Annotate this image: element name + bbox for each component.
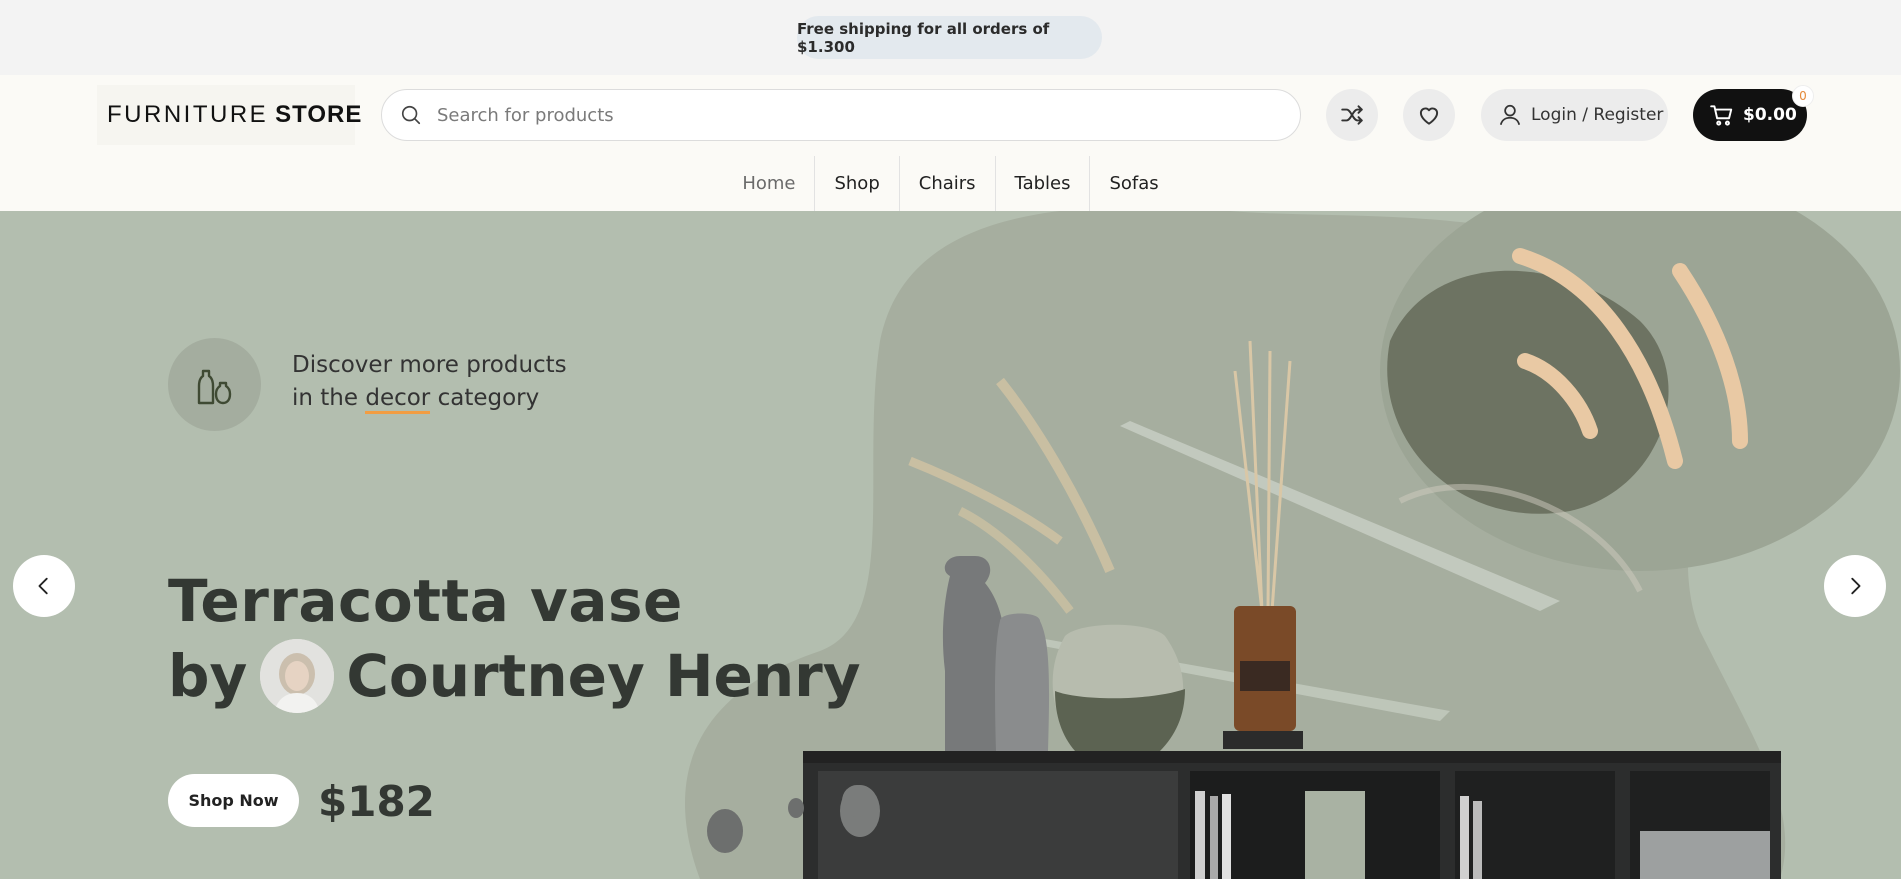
decor-category-link[interactable]: decor: [365, 385, 431, 414]
category-promo-line-1: Discover more products: [292, 352, 567, 378]
designer-name: Courtney Henry: [346, 642, 861, 710]
login-label: Login / Register: [1531, 105, 1664, 125]
slider-next-button[interactable]: [1824, 555, 1886, 617]
main-nav: Home Shop Chairs Tables Sofas: [0, 156, 1901, 211]
product-price: $182: [318, 777, 435, 826]
cart-total: $0.00: [1743, 105, 1797, 125]
search-bar[interactable]: Search for products: [381, 89, 1301, 141]
logo-word-store: STORE: [275, 101, 363, 128]
logo[interactable]: FURNITURE STORE: [97, 85, 361, 145]
hero-by-label: by: [168, 642, 248, 710]
nav-item-chairs[interactable]: Chairs: [900, 156, 996, 211]
cart-count-badge: 0: [1792, 85, 1814, 107]
shop-now-button[interactable]: Shop Now: [168, 774, 299, 827]
decor-category-badge[interactable]: [168, 338, 261, 431]
hero-title: Terracotta vase: [168, 567, 683, 635]
chevron-left-icon: [38, 577, 48, 595]
hero-slider: Discover more products in the decor cate…: [0, 211, 1901, 879]
vase-icon: [197, 369, 231, 404]
search-icon: [401, 105, 421, 125]
user-icon: [1499, 104, 1521, 125]
hero-subtitle: by Courtney Henry: [168, 639, 861, 713]
cart-button[interactable]: $0.00: [1693, 89, 1807, 141]
search-input[interactable]: Search for products: [437, 105, 614, 126]
nav-item-sofas[interactable]: Sofas: [1090, 156, 1177, 211]
compare-button[interactable]: [1326, 89, 1378, 141]
compare-shuffle-icon: [1341, 105, 1363, 125]
nav-item-tables[interactable]: Tables: [996, 156, 1091, 211]
free-shipping-notice: Free shipping for all orders of $1.300: [797, 16, 1102, 59]
wishlist-button[interactable]: [1403, 89, 1455, 141]
chevron-right-icon: [1851, 577, 1861, 595]
site-header: FURNITURE STORE Search for products Logi…: [0, 75, 1901, 211]
announcement-bar: Free shipping for all orders of $1.300: [0, 0, 1901, 75]
cart-icon: [1710, 105, 1733, 126]
category-promo-line-2: in the decor category: [292, 382, 567, 415]
nav-item-shop[interactable]: Shop: [815, 156, 900, 211]
category-promo-suffix: category: [437, 385, 540, 411]
logo-word-furniture: FURNITURE: [107, 101, 269, 128]
heart-icon: [1419, 107, 1439, 125]
slider-prev-button[interactable]: [13, 555, 75, 617]
category-promo-prefix: in the: [292, 385, 359, 411]
nav-item-home[interactable]: Home: [723, 156, 816, 211]
login-register-button[interactable]: Login / Register: [1481, 89, 1668, 141]
designer-avatar: [260, 639, 335, 713]
category-promo-text: Discover more products in the decor cate…: [292, 349, 567, 415]
